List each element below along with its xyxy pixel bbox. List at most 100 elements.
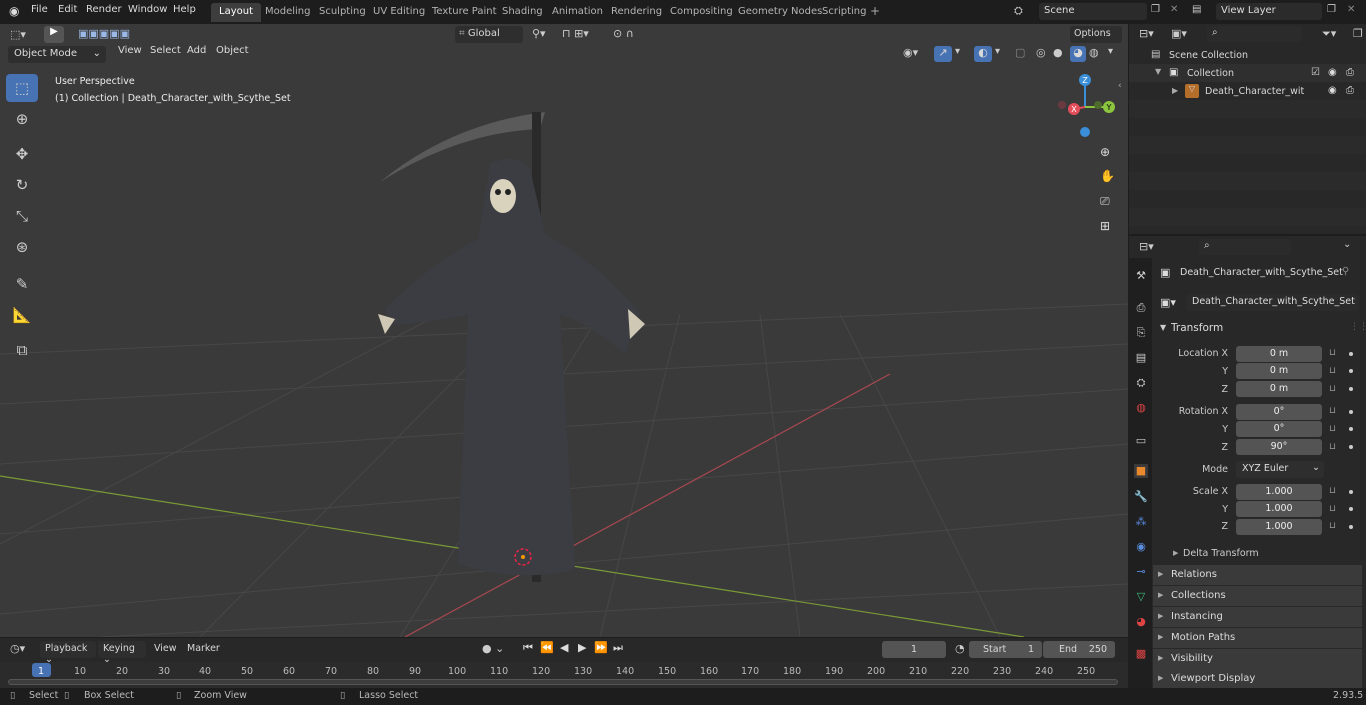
object-mode-dropdown[interactable]: Object Mode ⌄	[8, 46, 106, 63]
blender-logo-icon[interactable]: ◉	[9, 4, 19, 18]
view-layer-field[interactable]: View Layer	[1216, 3, 1322, 20]
3d-viewport[interactable]: ⬚▾ ▶ ▣▣▣▣▣ Object Mode ⌄ View Select Add…	[0, 24, 1128, 637]
menu-window[interactable]: Window	[128, 4, 167, 15]
location-x-field[interactable]: 0 m	[1236, 346, 1322, 362]
checkbox-icon[interactable]: ☑	[1311, 67, 1320, 78]
jump-end-icon[interactable]: ⏭	[613, 641, 623, 655]
lock-icon[interactable]: ⊔	[1329, 504, 1336, 514]
panel-collections[interactable]: ▶ Collections	[1153, 586, 1362, 606]
keyframe-dot-icon[interactable]	[1349, 525, 1353, 529]
object-type-icon[interactable]: ▣▾	[1160, 296, 1176, 309]
display-mode-icon[interactable]: ▣▾	[1171, 27, 1187, 40]
drag-handle-icon[interactable]: ⋮⋮	[1350, 322, 1366, 332]
outliner-search-input[interactable]: ⌕	[1207, 26, 1302, 42]
new-collection-icon[interactable]: ❐	[1353, 27, 1363, 40]
scene-name-field[interactable]: Scene	[1039, 3, 1147, 20]
sidebar-toggle-icon[interactable]: ‹	[1118, 81, 1122, 91]
keyframe-dot-icon[interactable]	[1349, 387, 1353, 391]
copy-view-layer-icon[interactable]: ❐	[1327, 4, 1336, 15]
transform-header[interactable]: Transform	[1171, 322, 1223, 334]
tab-texture-paint[interactable]: Texture Paint	[424, 3, 505, 22]
tool-add-cube-icon[interactable]: ⧉	[6, 336, 38, 364]
physics-tab-icon[interactable]: ◉	[1134, 540, 1148, 554]
gizmo-dropdown-icon[interactable]: ▾	[955, 46, 960, 57]
viewport-menu-select[interactable]: Select	[150, 45, 181, 56]
current-frame-field[interactable]: 1	[882, 641, 946, 658]
tab-uv-editing[interactable]: UV Editing	[365, 3, 433, 22]
keyframe-dot-icon[interactable]	[1349, 369, 1353, 373]
keyframe-dot-icon[interactable]	[1349, 427, 1353, 431]
keyframe-dot-icon[interactable]	[1349, 490, 1353, 494]
proportional-edit-icon[interactable]: ⊙ ∩	[613, 27, 634, 40]
tab-compositing[interactable]: Compositing	[662, 3, 741, 22]
constraints-tab-icon[interactable]: ⊸	[1134, 565, 1148, 579]
filter-icon[interactable]: ⏷▾	[1322, 27, 1336, 41]
data-tab-icon[interactable]: ▽	[1134, 590, 1148, 604]
properties-options-icon[interactable]: ⌄	[1343, 239, 1351, 250]
jump-start-icon[interactable]: ⏮	[523, 641, 533, 655]
particles-tab-icon[interactable]: ⁂	[1134, 515, 1148, 529]
view-layer-tab-icon[interactable]: ▤	[1134, 351, 1148, 365]
timeline-menu-marker[interactable]: Marker	[187, 643, 220, 654]
overlay-icon[interactable]: ◐	[974, 46, 992, 62]
xray-icon[interactable]: ▢	[1015, 46, 1025, 59]
expand-arrow-icon[interactable]: ▶	[1172, 86, 1178, 95]
select-mode-icons[interactable]: ▣▣▣▣▣	[78, 27, 130, 40]
delta-transform-header[interactable]: Delta Transform	[1183, 548, 1259, 559]
viewport-menu-view[interactable]: View	[118, 45, 142, 56]
tab-layout[interactable]: Layout	[211, 3, 261, 22]
lock-icon[interactable]: ⊔	[1329, 406, 1336, 416]
tab-shading[interactable]: Shading	[494, 3, 551, 22]
shading-material-icon[interactable]: ◕	[1070, 46, 1086, 62]
output-tab-icon[interactable]: ⎘	[1134, 326, 1148, 340]
visibility-icon[interactable]: ◉▾	[903, 46, 918, 59]
eye-icon[interactable]: ◉	[1328, 67, 1337, 78]
viewport-menu-object[interactable]: Object	[216, 45, 249, 56]
next-keyframe-icon[interactable]: ⏩	[594, 641, 608, 654]
pan-hand-icon[interactable]: ✋	[1100, 169, 1115, 183]
tab-animation[interactable]: Animation	[544, 3, 611, 22]
keying-dropdown[interactable]: Keying ⌄	[98, 641, 146, 665]
tool-rotate-icon[interactable]: ↻	[6, 171, 38, 199]
outliner-row-collection[interactable]: ▼ ▣ Collection ☑ ◉ ⎙	[1129, 64, 1366, 82]
viewport-menu-add[interactable]: Add	[187, 45, 206, 56]
menu-render[interactable]: Render	[86, 4, 122, 15]
add-workspace-icon[interactable]: +	[870, 4, 880, 18]
keyframe-dot-icon[interactable]	[1349, 410, 1353, 414]
panel-viewport-display[interactable]: ▶ Viewport Display	[1153, 669, 1362, 688]
delta-expand-icon[interactable]: ▶	[1173, 549, 1178, 557]
modifier-tab-icon[interactable]: 🔧	[1134, 490, 1148, 504]
tool-measure-icon[interactable]: 📐	[6, 301, 38, 329]
timeline-menu-view[interactable]: View	[154, 643, 177, 654]
tool-annotate-icon[interactable]: ✎	[6, 270, 38, 298]
close-icon[interactable]: ✕	[1170, 4, 1178, 15]
camera-icon[interactable]: ⎙	[1346, 67, 1354, 78]
texture-tab-icon[interactable]: ▩	[1134, 647, 1148, 661]
lock-icon[interactable]: ⊔	[1329, 384, 1336, 394]
editor-type-icon[interactable]: ⬚▾	[10, 28, 26, 41]
tab-rendering[interactable]: Rendering	[603, 3, 670, 22]
menu-help[interactable]: Help	[173, 4, 196, 15]
timeline-scrollbar[interactable]	[8, 679, 1118, 685]
keyframe-dot-icon[interactable]	[1349, 507, 1353, 511]
tool-scale-icon[interactable]: ⤡	[6, 202, 38, 230]
timeline-editor-icon[interactable]: ◷▾	[10, 642, 25, 655]
world-tab-icon[interactable]: ◍	[1134, 401, 1148, 415]
panel-visibility[interactable]: ▶ Visibility	[1153, 649, 1362, 669]
transform-expand-icon[interactable]: ▼	[1160, 323, 1166, 332]
lock-icon[interactable]: ⊔	[1329, 521, 1336, 531]
close-view-layer-icon[interactable]: ✕	[1347, 4, 1355, 15]
tool-select-box-icon[interactable]: ⬚	[6, 74, 38, 102]
scene-tab-icon[interactable]: ⛭	[1134, 376, 1148, 390]
object-tab-icon[interactable]: ■	[1134, 464, 1148, 478]
view-layer-icon[interactable]: ▤	[1192, 4, 1201, 15]
keyframe-dot-icon[interactable]	[1349, 445, 1353, 449]
gizmo-toggle-icon[interactable]: ↗	[934, 46, 952, 62]
lock-icon[interactable]: ⊔	[1329, 366, 1336, 376]
camera-icon[interactable]: ⎙	[1346, 85, 1354, 96]
shading-dropdown-icon[interactable]: ▾	[1108, 46, 1113, 57]
rotation-x-field[interactable]: 0°	[1236, 404, 1322, 420]
menu-file[interactable]: File	[31, 4, 48, 15]
properties-editor-icon[interactable]: ⊟▾	[1139, 240, 1154, 253]
shading-solid-icon[interactable]: ●	[1053, 46, 1063, 59]
